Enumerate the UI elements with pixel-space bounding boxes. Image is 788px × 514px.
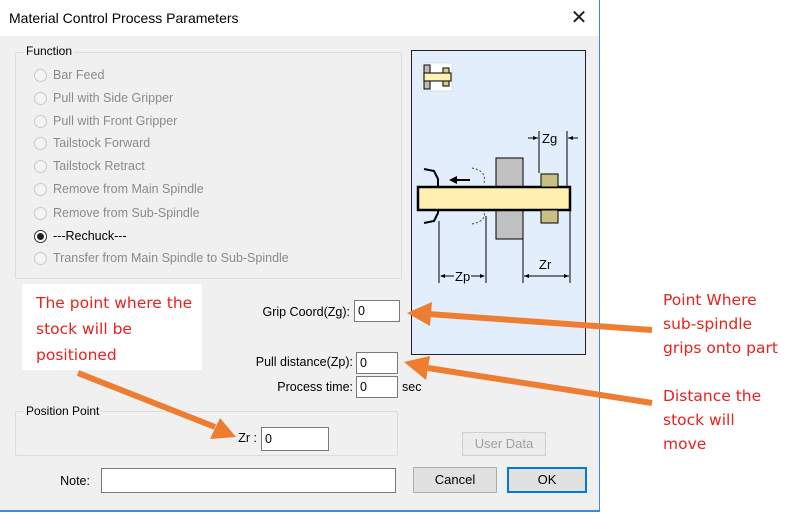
chuck-top [495,157,524,188]
grip-coord-input[interactable] [354,300,400,322]
radio-label: Bar Feed [53,68,105,82]
radio-label: Tailstock Forward [53,136,151,150]
radio-circle [34,136,47,150]
zr-input[interactable] [261,427,329,451]
stock-bar [416,185,572,212]
distance-callout: Distance the stock will move [663,387,762,453]
radio-transfer-main-to-sub[interactable]: Transfer from Main Spindle to Sub-Spindl… [34,249,289,267]
ok-button[interactable]: OK [507,467,587,493]
radio-remove-sub-spindle[interactable]: Remove from Sub-Spindle [34,204,200,222]
radio-circle [34,159,47,173]
radio-label: Remove from Sub-Spindle [53,206,200,220]
rechuck-diagram: Zg Zp Zr [411,50,586,355]
radio-circle [34,182,47,196]
rechuck-diagram-graphic: Zg Zp Zr [416,62,578,284]
position-callout-text: The point where the stock will be positi… [36,294,193,364]
radio-label: Pull with Side Gripper [53,91,174,105]
material-control-dialog: Material Control Process Parameters ✕ Fu… [0,0,600,512]
close-icon[interactable]: ✕ [566,5,592,31]
grip-coord-label: Grip Coord(Zg): [262,305,350,319]
radio-tailstock-retract[interactable]: Tailstock Retract [34,157,145,175]
note-input[interactable] [101,468,396,493]
process-time-input[interactable] [356,376,398,398]
radio-label: ---Rechuck--- [53,229,127,243]
pull-distance-input[interactable] [356,352,398,374]
zp-label: Zp [455,269,470,284]
function-group-legend: Function [24,44,75,58]
process-time-label: Process time: [277,380,353,394]
cancel-button[interactable]: Cancel [413,467,497,493]
position-point-legend: Position Point [24,404,102,418]
rechuck-icon [421,62,453,92]
zr-label: Zr [539,257,552,272]
radio-circle [34,68,47,82]
grip-callout: Point Where sub-spindle grips onto part [663,291,778,357]
radio-label: Transfer from Main Spindle to Sub-Spindl… [53,251,289,265]
zr-label: Zr : [238,431,257,445]
radio-tailstock-forward[interactable]: Tailstock Forward [34,134,150,152]
radio-circle [34,114,47,128]
radio-bar-feed[interactable]: Bar Feed [34,66,104,84]
zg-label: Zg [542,131,557,146]
radio-circle [34,91,47,105]
radio-remove-main-spindle[interactable]: Remove from Main Spindle [34,180,204,198]
radio-label: Remove from Main Spindle [53,182,204,196]
radio-pull-front-gripper[interactable]: Pull with Front Gripper [34,112,177,130]
window-title: Material Control Process Parameters [9,10,239,26]
user-data-button[interactable]: User Data [462,432,546,456]
radio-pull-side-gripper[interactable]: Pull with Side Gripper [34,89,173,107]
radio-rechuck[interactable]: ---Rechuck--- [34,227,127,245]
note-label: Note: [60,474,90,488]
radio-circle [34,229,47,243]
pull-distance-label: Pull distance(Zp): [255,355,353,369]
radio-circle [34,251,47,265]
title-bar: Material Control Process Parameters ✕ [0,0,599,36]
radio-label: Pull with Front Gripper [53,114,178,128]
position-callout: The point where the stock will be positi… [22,284,202,370]
chuck-bottom [495,209,524,240]
process-time-unit: sec [402,380,422,394]
radio-label: Tailstock Retract [53,159,145,173]
radio-circle [34,206,47,220]
